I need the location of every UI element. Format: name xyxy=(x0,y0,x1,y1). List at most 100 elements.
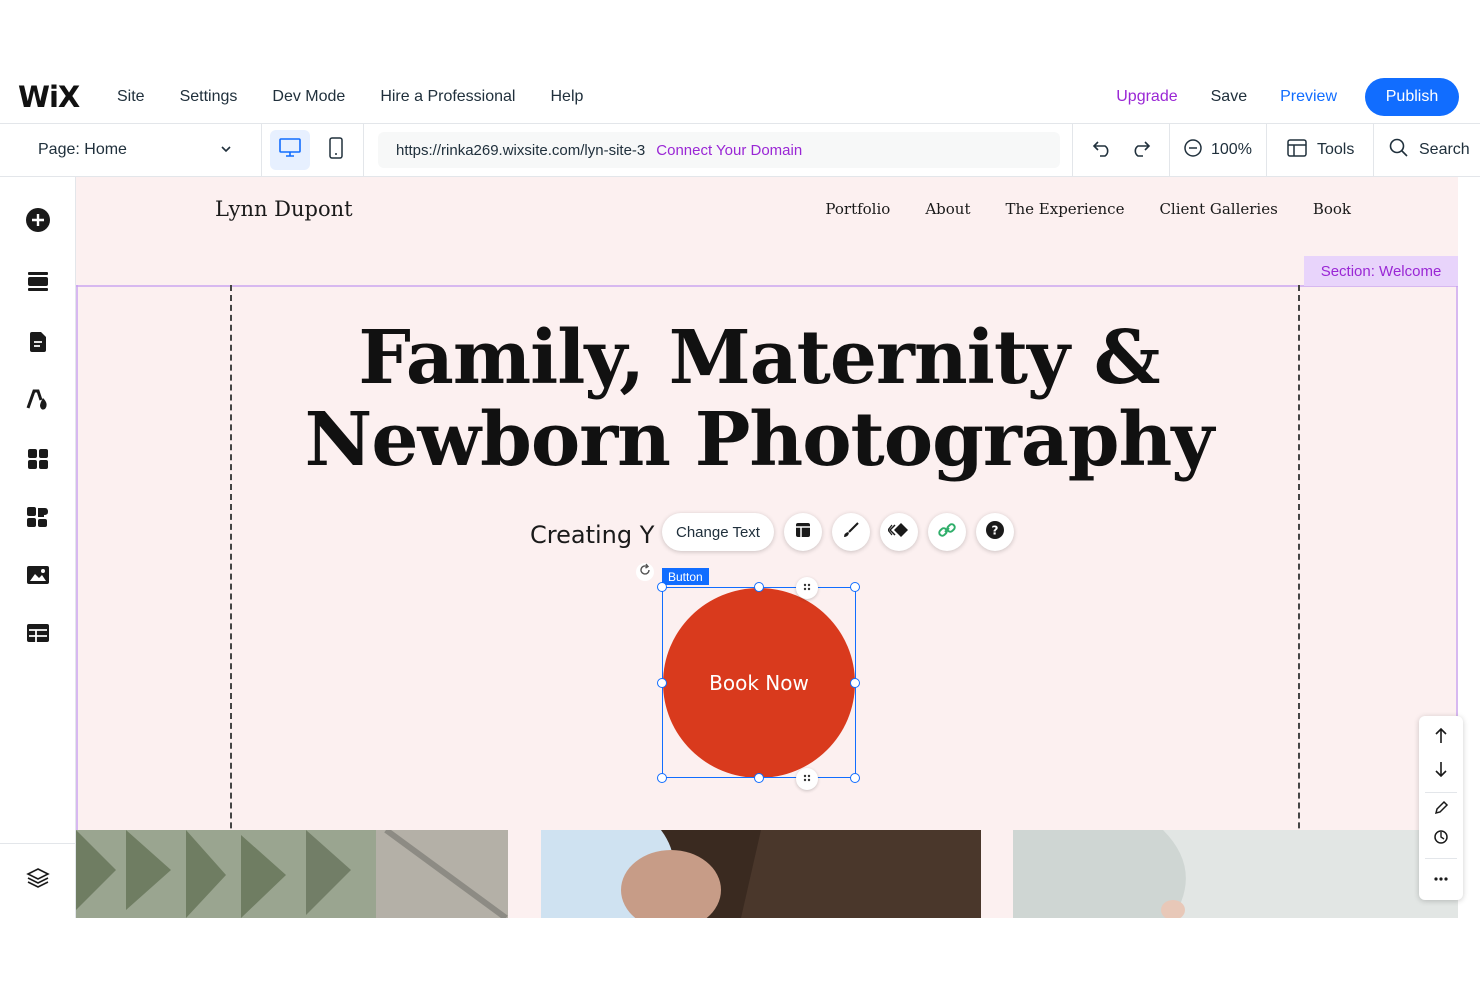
drag-handle-bottom[interactable] xyxy=(796,768,818,790)
rotate-icon xyxy=(638,563,652,582)
more-actions-button[interactable] xyxy=(1427,864,1455,892)
desktop-icon xyxy=(278,137,302,164)
cms-icon xyxy=(26,622,50,649)
gallery-photo-2[interactable] xyxy=(541,830,981,918)
main-menu: Site Settings Dev Mode Hire a Profession… xyxy=(117,70,583,124)
resize-handle-bottom[interactable] xyxy=(754,773,764,783)
panel-divider xyxy=(1425,858,1457,859)
mobile-view-button[interactable] xyxy=(316,130,356,170)
sidebar-divider xyxy=(0,843,76,844)
page-selector-label: Page: Home xyxy=(38,141,127,158)
animation-icon xyxy=(887,521,910,544)
resize-handle-bottom-right[interactable] xyxy=(850,773,860,783)
wix-editor: WiX Site Settings Dev Mode Hire a Profes… xyxy=(0,0,1480,987)
page-selector[interactable]: Page: Home xyxy=(0,124,262,176)
tools-button[interactable]: Tools xyxy=(1267,124,1374,176)
hero-title[interactable]: Family, Maternity & Newborn Photography xyxy=(196,317,1322,481)
menu-help[interactable]: Help xyxy=(550,88,583,106)
design-button[interactable] xyxy=(831,513,870,551)
edit-section-button[interactable] xyxy=(1427,796,1455,824)
help-button[interactable]: ? xyxy=(975,513,1014,551)
search-button[interactable]: Search xyxy=(1374,124,1480,176)
pencil-icon xyxy=(1433,800,1449,821)
ai-icon xyxy=(1433,829,1449,850)
upgrade-link[interactable]: Upgrade xyxy=(1116,88,1177,106)
panel-divider xyxy=(1425,792,1457,793)
move-section-down-button[interactable] xyxy=(1427,757,1455,785)
save-button[interactable]: Save xyxy=(1211,88,1247,106)
move-section-up-button[interactable] xyxy=(1427,724,1455,752)
mobile-icon xyxy=(328,136,344,165)
zoom-out-icon xyxy=(1183,138,1203,163)
add-elements-icon xyxy=(25,207,51,238)
drag-dots-icon xyxy=(802,579,812,597)
connect-domain-link[interactable]: Connect Your Domain xyxy=(656,142,802,159)
add-elements-button[interactable] xyxy=(22,206,54,238)
photo-3-image xyxy=(1013,830,1458,918)
site-navigation[interactable]: Portfolio About The Experience Client Ga… xyxy=(825,200,1351,218)
preview-button[interactable]: Preview xyxy=(1280,88,1337,106)
element-toolbar: Change Text ? xyxy=(662,513,1014,551)
undo-icon xyxy=(1092,138,1114,163)
nav-portfolio[interactable]: Portfolio xyxy=(825,200,890,218)
desktop-view-button[interactable] xyxy=(270,130,310,170)
chevron-down-icon xyxy=(219,142,233,161)
arrow-down-icon xyxy=(1433,760,1449,783)
search-label: Search xyxy=(1419,141,1470,158)
bottom-margin xyxy=(0,918,1480,987)
publish-button[interactable]: Publish xyxy=(1365,78,1459,116)
media-button[interactable] xyxy=(22,561,54,593)
more-icon xyxy=(1433,869,1449,887)
site-design-button[interactable] xyxy=(22,386,54,418)
layers-button[interactable] xyxy=(22,864,54,896)
zoom-control[interactable]: 100% xyxy=(1170,124,1267,176)
menu-site[interactable]: Site xyxy=(117,88,145,106)
add-section-button[interactable] xyxy=(22,267,54,299)
device-switcher xyxy=(262,124,364,176)
menu-hire-professional[interactable]: Hire a Professional xyxy=(380,88,515,106)
photo-1-image xyxy=(76,830,508,918)
nav-book[interactable]: Book xyxy=(1313,200,1351,218)
resize-handle-top-left[interactable] xyxy=(657,582,667,592)
resize-handle-top-right[interactable] xyxy=(850,582,860,592)
resize-handle-bottom-left[interactable] xyxy=(657,773,667,783)
hero-title-line-2: Newborn Photography xyxy=(304,397,1215,483)
nav-client-galleries[interactable]: Client Galleries xyxy=(1159,200,1277,218)
nav-about[interactable]: About xyxy=(925,200,970,218)
change-text-button[interactable]: Change Text xyxy=(662,513,774,551)
resize-handle-left[interactable] xyxy=(657,678,667,688)
pages-button[interactable] xyxy=(22,328,54,360)
pages-icon xyxy=(28,330,48,359)
ai-section-button[interactable] xyxy=(1427,825,1455,853)
resize-handle-top[interactable] xyxy=(754,582,764,592)
drag-handle-top[interactable] xyxy=(796,577,818,599)
redo-icon xyxy=(1129,138,1151,163)
arrow-up-icon xyxy=(1433,727,1449,750)
animation-button[interactable] xyxy=(879,513,918,551)
apps-button[interactable] xyxy=(22,445,54,477)
section-left-border xyxy=(76,285,78,918)
editor-canvas[interactable]: Lynn Dupont Portfolio About The Experien… xyxy=(76,177,1458,918)
menu-dev-mode[interactable]: Dev Mode xyxy=(272,88,345,106)
layout-button[interactable] xyxy=(783,513,822,551)
wix-logo[interactable]: WiX xyxy=(18,80,80,114)
link-button[interactable] xyxy=(927,513,966,551)
gallery-photo-1[interactable] xyxy=(76,830,508,918)
gallery-photo-3[interactable] xyxy=(1013,830,1458,918)
top-actions: Upgrade Save Preview Publish xyxy=(1116,70,1459,124)
hero-title-line-1: Family, Maternity & xyxy=(358,315,1160,401)
business-apps-button[interactable] xyxy=(22,503,54,535)
rotate-handle[interactable] xyxy=(636,563,654,581)
apps-icon xyxy=(26,447,50,476)
site-title[interactable]: Lynn Dupont xyxy=(215,197,353,221)
nav-the-experience[interactable]: The Experience xyxy=(1005,200,1124,218)
undo-button[interactable] xyxy=(1089,136,1117,164)
menu-settings[interactable]: Settings xyxy=(180,88,238,106)
section-label[interactable]: Section: Welcome xyxy=(1304,256,1458,286)
section-top-border xyxy=(76,285,1458,287)
redo-button[interactable] xyxy=(1126,136,1154,164)
section-actions-panel xyxy=(1419,716,1463,900)
cms-button[interactable] xyxy=(22,619,54,651)
hero-subtitle[interactable]: Creating Y xyxy=(530,521,654,549)
resize-handle-right[interactable] xyxy=(850,678,860,688)
